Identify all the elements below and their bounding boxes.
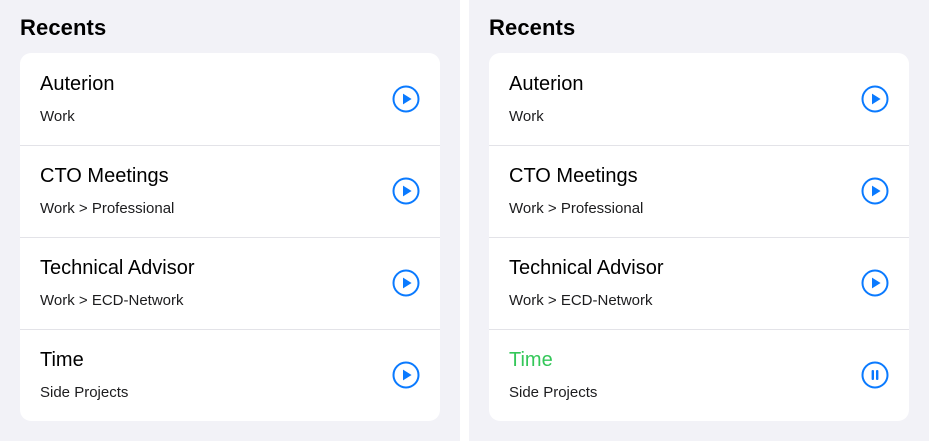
- list-item[interactable]: Auterion Work: [20, 53, 440, 145]
- play-icon: [861, 85, 889, 113]
- item-subtitle: Work > Professional: [40, 200, 175, 217]
- list-item[interactable]: Auterion Work: [489, 53, 909, 145]
- play-icon: [392, 85, 420, 113]
- play-icon: [392, 361, 420, 389]
- play-icon: [861, 177, 889, 205]
- play-button[interactable]: [861, 269, 889, 297]
- play-button[interactable]: [392, 361, 420, 389]
- item-subtitle: Work > ECD-Network: [509, 292, 653, 309]
- play-button[interactable]: [392, 177, 420, 205]
- recents-panel-right: Recents Auterion Work CTO Meetings Work …: [469, 0, 929, 441]
- pause-button[interactable]: [861, 361, 889, 389]
- list-item[interactable]: Technical Advisor Work > ECD-Network: [489, 237, 909, 329]
- item-subtitle: Side Projects: [40, 384, 129, 401]
- item-title: CTO Meetings: [509, 165, 638, 187]
- play-icon: [392, 177, 420, 205]
- recents-list: Auterion Work CTO Meetings Work > Profes…: [489, 53, 909, 421]
- item-subtitle: Work: [40, 108, 75, 125]
- item-title: CTO Meetings: [40, 165, 169, 187]
- pause-icon: [861, 361, 889, 389]
- list-item[interactable]: Time Side Projects: [20, 329, 440, 421]
- section-title: Recents: [489, 15, 576, 40]
- recents-list: Auterion Work CTO Meetings Work > Profes…: [20, 53, 440, 421]
- item-subtitle: Work > ECD-Network: [40, 292, 184, 309]
- item-title: Technical Advisor: [40, 257, 195, 279]
- play-icon: [392, 269, 420, 297]
- list-item[interactable]: Technical Advisor Work > ECD-Network: [20, 237, 440, 329]
- list-item[interactable]: CTO Meetings Work > Professional: [20, 145, 440, 237]
- play-button[interactable]: [392, 269, 420, 297]
- play-icon: [861, 269, 889, 297]
- item-subtitle: Work: [509, 108, 544, 125]
- section-title: Recents: [20, 15, 107, 40]
- item-title: Time: [509, 349, 553, 371]
- recents-panel-left: Recents Auterion Work CTO Meetings Work …: [0, 0, 460, 441]
- item-subtitle: Work > Professional: [509, 200, 644, 217]
- list-item[interactable]: CTO Meetings Work > Professional: [489, 145, 909, 237]
- item-subtitle: Side Projects: [509, 384, 598, 401]
- item-title: Technical Advisor: [509, 257, 664, 279]
- item-title: Auterion: [509, 73, 584, 95]
- play-button[interactable]: [392, 85, 420, 113]
- item-title: Time: [40, 349, 84, 371]
- item-title: Auterion: [40, 73, 115, 95]
- list-item-active[interactable]: Time Side Projects: [489, 329, 909, 421]
- play-button[interactable]: [861, 85, 889, 113]
- play-button[interactable]: [861, 177, 889, 205]
